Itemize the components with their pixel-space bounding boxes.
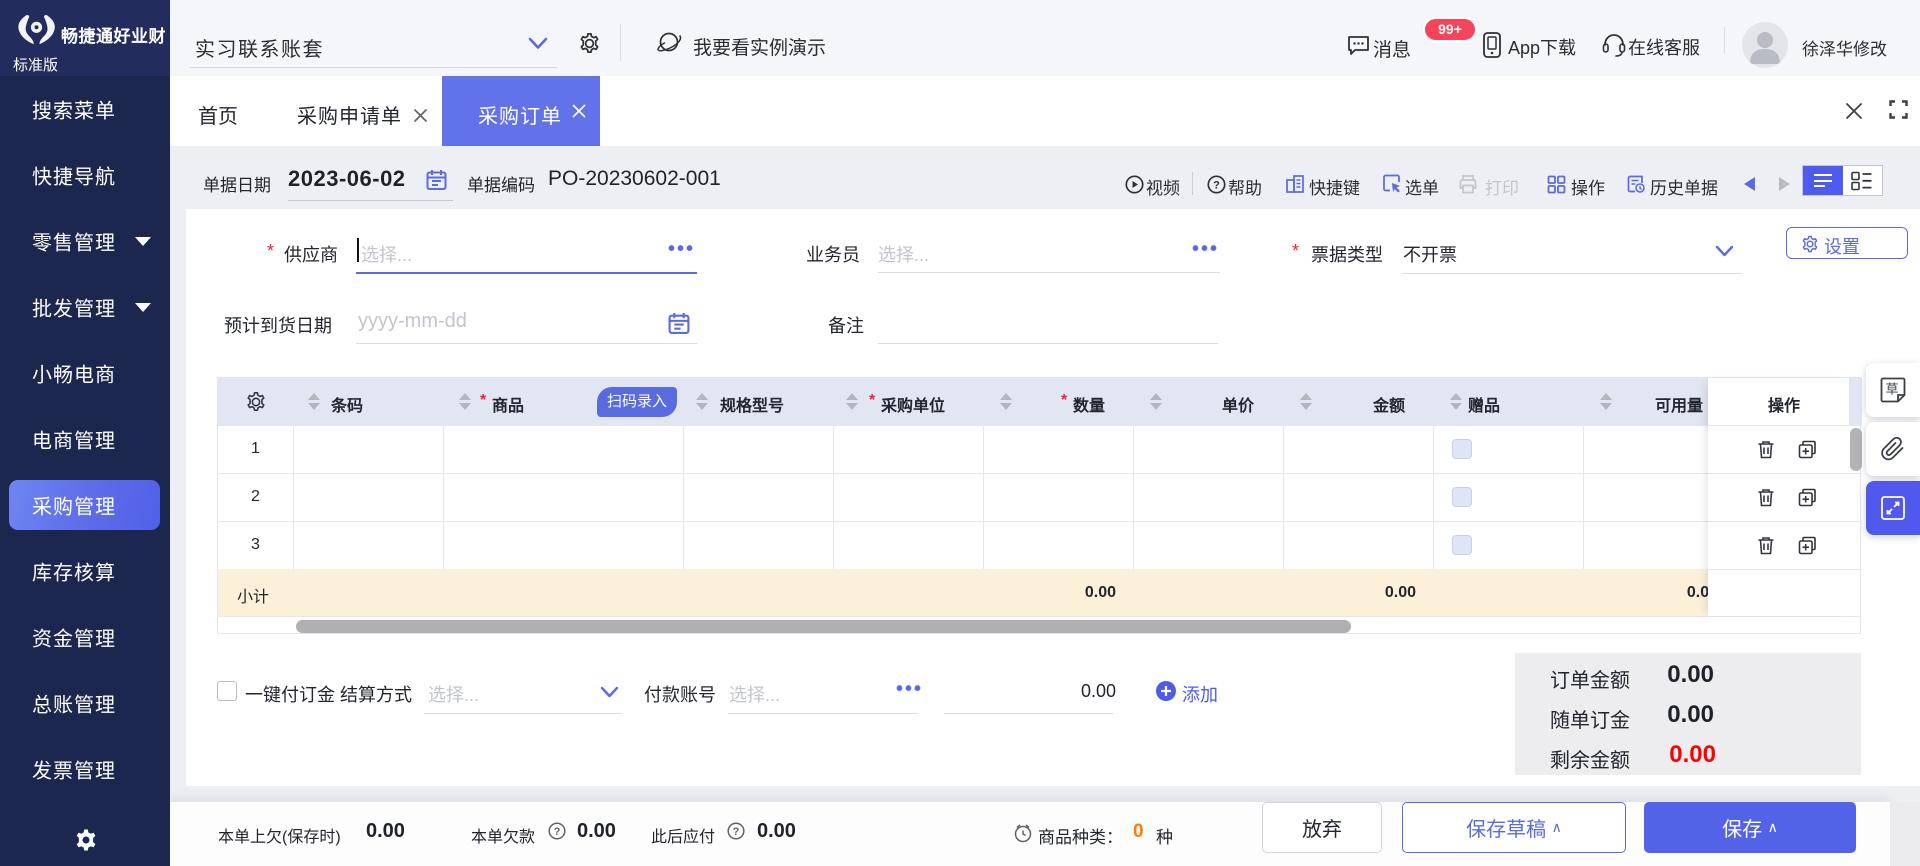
svg-text:草: 草 — [1885, 382, 1898, 397]
svg-text:?: ? — [1213, 180, 1220, 192]
svg-text:?: ? — [554, 826, 561, 838]
svg-text:?: ? — [733, 826, 740, 838]
